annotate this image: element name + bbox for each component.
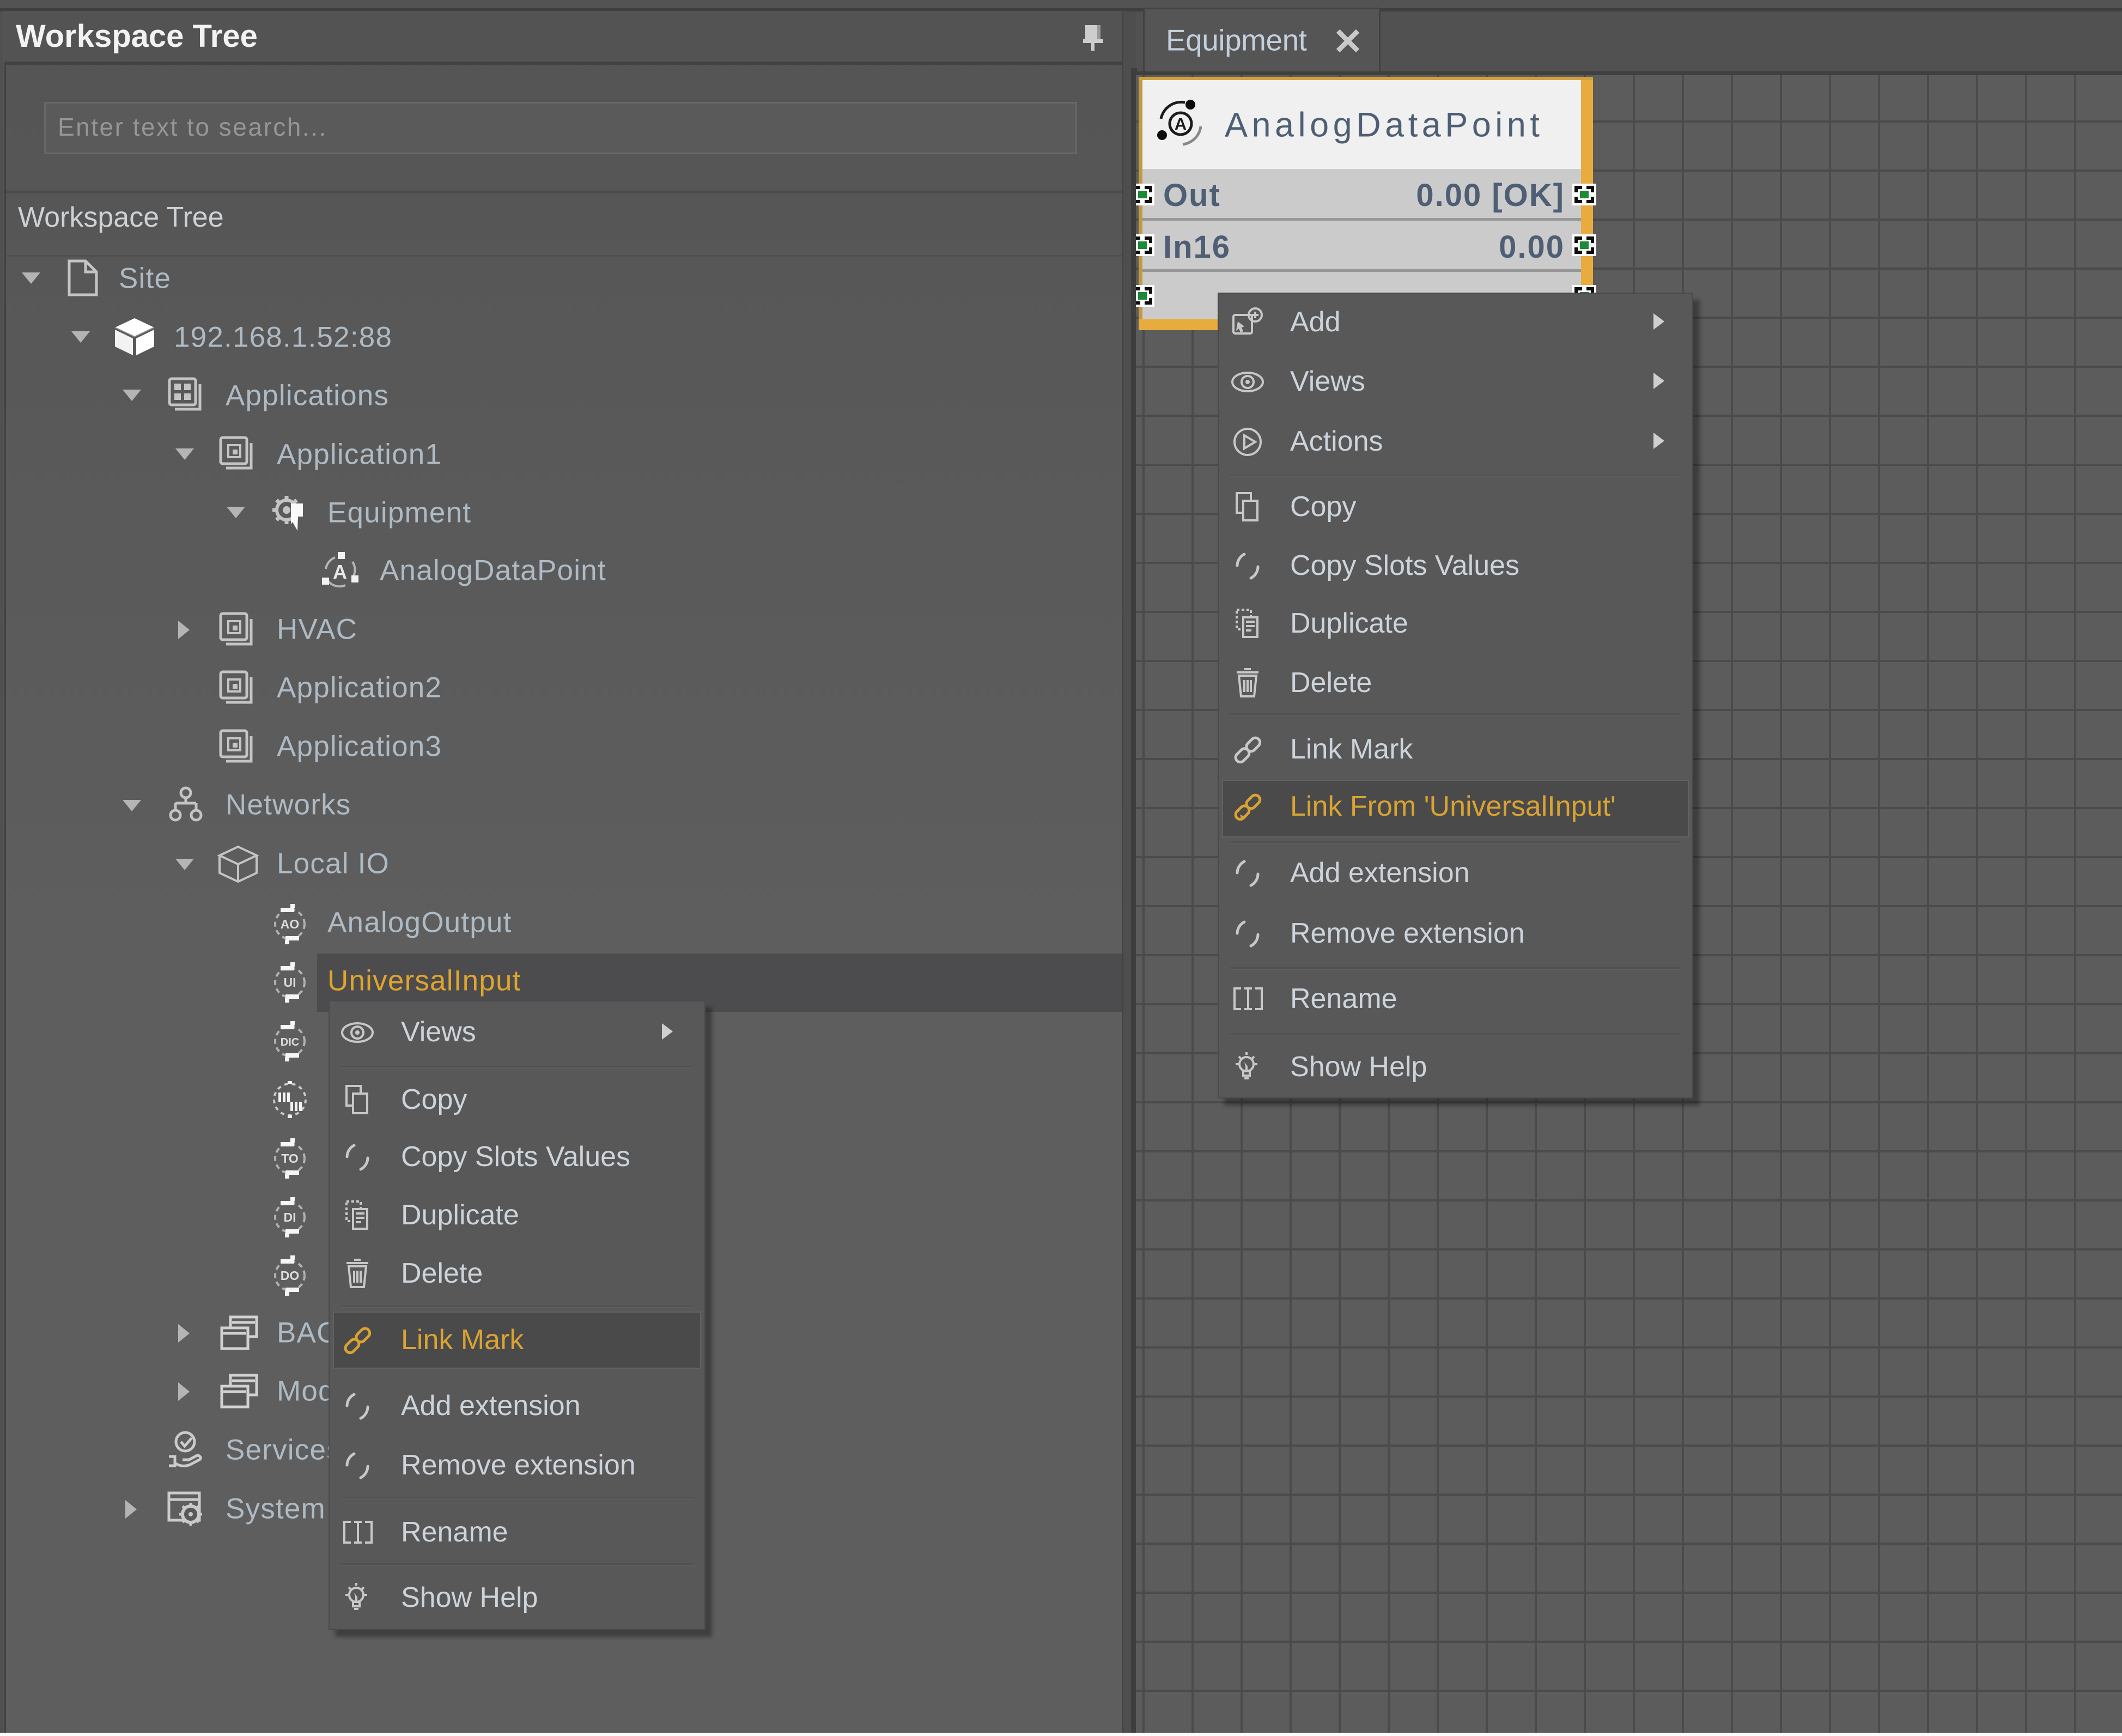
svg-text:TO: TO: [281, 1151, 299, 1166]
svg-text:DIC: DIC: [281, 1036, 299, 1048]
svg-text:A: A: [333, 561, 347, 583]
svg-text:AO: AO: [281, 917, 300, 931]
svg-text:DI: DI: [284, 1210, 296, 1224]
svg-text:DO: DO: [281, 1268, 300, 1283]
svg-text:UI: UI: [284, 975, 296, 990]
svg-text:A: A: [1175, 114, 1187, 133]
